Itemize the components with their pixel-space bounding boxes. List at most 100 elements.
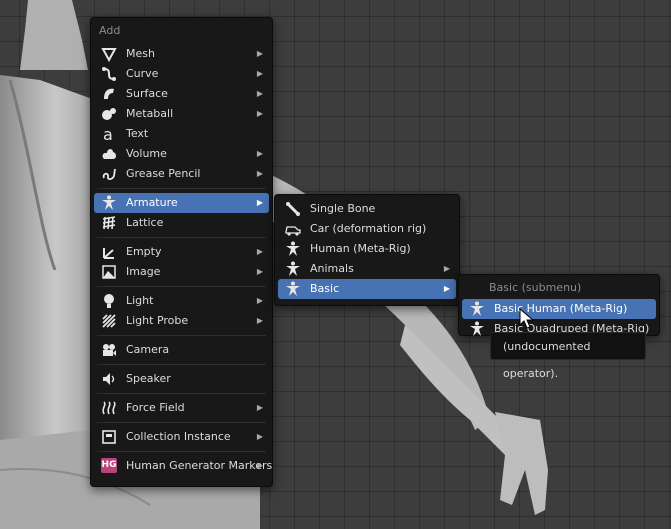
menu-item-light[interactable]: Light ▶ bbox=[94, 291, 269, 311]
menu-item-camera[interactable]: Camera bbox=[94, 340, 269, 360]
armature-icon bbox=[102, 195, 116, 210]
menu-item-lattice[interactable]: Lattice bbox=[94, 213, 269, 233]
speaker-icon bbox=[103, 373, 115, 385]
submenu-arrow-icon: ▶ bbox=[256, 403, 263, 412]
submenu-arrow-icon: ▶ bbox=[256, 296, 263, 305]
car-icon bbox=[285, 226, 301, 236]
menu-item-human-meta-rig[interactable]: Human (Meta-Rig) bbox=[278, 239, 456, 259]
submenu-arrow-icon: ▶ bbox=[443, 284, 450, 293]
collection-icon bbox=[102, 430, 116, 444]
surface-icon bbox=[104, 88, 114, 99]
menu-item-basic-human-meta-rig[interactable]: Basic Human (Meta-Rig) bbox=[462, 299, 656, 319]
submenu-arrow-icon: ▶ bbox=[256, 109, 263, 118]
submenu-arrow-icon: ▶ bbox=[256, 432, 263, 441]
menu-item-label: Single Bone bbox=[310, 202, 376, 215]
menu-item-force-field[interactable]: Force Field ▶ bbox=[94, 398, 269, 418]
menu-item-label: Light bbox=[126, 294, 154, 307]
menu-item-empty[interactable]: Empty ▶ bbox=[94, 242, 269, 262]
image-icon bbox=[102, 265, 116, 279]
menu-separator bbox=[97, 335, 266, 336]
menu-item-label: Volume bbox=[126, 147, 167, 160]
svg-text:a: a bbox=[103, 126, 113, 142]
menu-item-grease-pencil[interactable]: Grease Pencil ▶ bbox=[94, 164, 269, 184]
submenu-arrow-icon: ▶ bbox=[256, 89, 263, 98]
menu-item-armature[interactable]: Armature ▶ bbox=[94, 193, 269, 213]
menu-item-curve[interactable]: Curve ▶ bbox=[94, 64, 269, 84]
submenu-arrow-icon: ▶ bbox=[443, 264, 450, 273]
menu-separator bbox=[97, 286, 266, 287]
submenu-arrow-icon: ▶ bbox=[256, 69, 263, 78]
submenu-arrow-icon: ▶ bbox=[256, 49, 263, 58]
menu-separator bbox=[97, 364, 266, 365]
menu-item-label: Animals bbox=[310, 262, 354, 275]
empty-icon bbox=[103, 248, 114, 259]
menu-item-single-bone[interactable]: Single Bone bbox=[278, 199, 456, 219]
menu-item-label: Grease Pencil bbox=[126, 167, 201, 180]
menu-item-label: Image bbox=[126, 265, 161, 278]
metaball-icon bbox=[102, 108, 116, 120]
menu-item-label: Collection Instance bbox=[126, 430, 231, 443]
submenu-arrow-icon: ▶ bbox=[256, 461, 263, 470]
menu-item-label: Car (deformation rig) bbox=[310, 222, 427, 235]
armature-icon bbox=[286, 241, 300, 256]
basic-submenu: Basic (submenu) Basic Human (Meta-Rig) Ba… bbox=[458, 274, 660, 336]
menu-item-image[interactable]: Image ▶ bbox=[94, 262, 269, 282]
menu-item-label: Basic bbox=[310, 282, 340, 295]
menu-item-label: Metaball bbox=[126, 107, 174, 120]
menu-separator bbox=[97, 422, 266, 423]
menu-item-mesh[interactable]: Mesh ▶ bbox=[94, 44, 269, 64]
mouse-cursor-icon bbox=[519, 308, 535, 329]
bone-icon bbox=[286, 202, 300, 216]
menu-separator bbox=[97, 188, 266, 189]
camera-icon bbox=[103, 344, 116, 356]
menu-separator bbox=[97, 237, 266, 238]
add-menu: Add Mesh ▶ Curve ▶ Surface ▶ Metaball ▶ a Text Vol… bbox=[90, 17, 273, 487]
lattice-icon bbox=[102, 216, 116, 230]
menu-item-label: Curve bbox=[126, 67, 159, 80]
menu-item-label: Camera bbox=[126, 343, 170, 356]
menu-item-light-probe[interactable]: Light Probe ▶ bbox=[94, 311, 269, 331]
menu-item-label: Armature bbox=[126, 196, 178, 209]
menu-item-label: Human (Meta-Rig) bbox=[310, 242, 411, 255]
armature-icon bbox=[286, 281, 300, 296]
menu-item-animals[interactable]: Animals ▶ bbox=[278, 259, 456, 279]
menu-item-car-deformation-rig[interactable]: Car (deformation rig) bbox=[278, 219, 456, 239]
menu-item-label: Empty bbox=[126, 245, 162, 258]
light-probe-icon bbox=[102, 314, 116, 328]
force-field-icon bbox=[102, 401, 116, 415]
menu-item-basic[interactable]: Basic ▶ bbox=[278, 279, 456, 299]
hg-icon: HG bbox=[101, 458, 117, 473]
menu-item-metaball[interactable]: Metaball ▶ bbox=[94, 104, 269, 124]
text-icon: a bbox=[103, 126, 113, 142]
curve-icon bbox=[102, 67, 116, 81]
menu-item-volume[interactable]: Volume ▶ bbox=[94, 144, 269, 164]
menu-item-label: Lattice bbox=[126, 216, 164, 229]
mesh-icon bbox=[101, 48, 117, 62]
volume-icon bbox=[102, 149, 116, 159]
menu-item-speaker[interactable]: Speaker bbox=[94, 369, 269, 389]
menu-item-collection-instance[interactable]: Collection Instance ▶ bbox=[94, 427, 269, 447]
submenu-arrow-icon: ▶ bbox=[256, 169, 263, 178]
menu-item-label: Surface bbox=[126, 87, 168, 100]
grease-pencil-icon bbox=[102, 168, 116, 181]
menu-separator bbox=[97, 393, 266, 394]
menu-item-surface[interactable]: Surface ▶ bbox=[94, 84, 269, 104]
armature-icon bbox=[470, 321, 484, 336]
menu-item-label: Basic Human (Meta-Rig) bbox=[494, 302, 628, 315]
submenu-arrow-icon: ▶ bbox=[256, 247, 263, 256]
submenu-arrow-icon: ▶ bbox=[256, 316, 263, 325]
submenu-header: Basic (submenu) bbox=[489, 281, 582, 294]
menu-separator bbox=[97, 451, 266, 452]
submenu-arrow-icon: ▶ bbox=[256, 149, 263, 158]
menu-item-label: Light Probe bbox=[126, 314, 189, 327]
submenu-arrow-icon: ▶ bbox=[256, 198, 263, 207]
menu-item-human-generator-markers[interactable]: HG Human Generator Markers ▶ bbox=[94, 456, 272, 476]
menu-item-label: Text bbox=[126, 127, 149, 140]
tooltip: (undocumented operator). bbox=[490, 332, 646, 380]
armature-submenu: Single Bone Car (deformation rig) Human (M… bbox=[274, 194, 460, 306]
menu-item-label: Force Field bbox=[126, 401, 185, 414]
menu-item-label: Mesh bbox=[126, 47, 155, 60]
submenu-arrow-icon: ▶ bbox=[256, 267, 263, 276]
menu-item-label: Speaker bbox=[126, 372, 171, 385]
menu-item-text[interactable]: a Text bbox=[94, 124, 269, 144]
